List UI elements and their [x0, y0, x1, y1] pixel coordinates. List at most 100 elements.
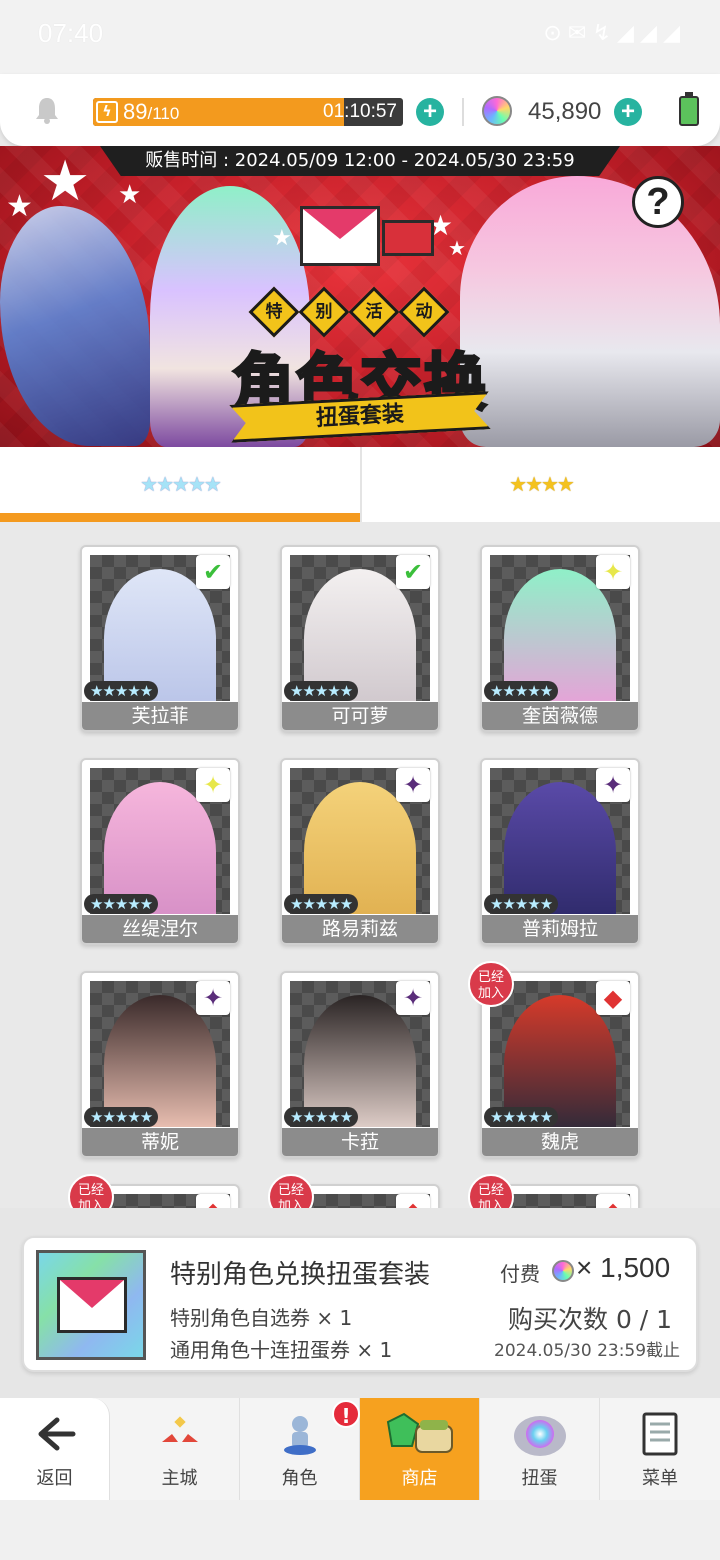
add-gems-button[interactable]: +: [614, 98, 642, 126]
nav-label: 菜单: [642, 1468, 678, 1489]
product-item: 特别角色自选券 × 1: [170, 1306, 353, 1330]
character-card[interactable]: ✦ ★★★★★ 路易莉兹: [280, 758, 440, 945]
lightning-icon: ϟ: [96, 101, 118, 123]
shop-icon: [386, 1412, 453, 1453]
divider: [462, 98, 464, 126]
character-name: 卡菈: [282, 1128, 438, 1156]
menu-icon: [642, 1412, 678, 1456]
nav-back[interactable]: 返回: [0, 1398, 110, 1500]
promo-badge: 特: [248, 286, 300, 338]
bottom-navigation: 返回 主城 角色 ! 商店 扭蛋 菜单: [0, 1398, 720, 1500]
character-card[interactable]: ✔ ★★★★★ 可可萝: [280, 545, 440, 732]
star-decoration: ★: [272, 226, 292, 251]
nav-label: 商店: [401, 1468, 438, 1489]
status-bar: 07:40 ⊙ ✉ ↯ ◢ ◢ ◢: [0, 0, 720, 74]
status-indicators: ⊙ ✉ ↯ ◢ ◢ ◢: [543, 20, 680, 45]
promo-badges: 特别活动: [248, 286, 466, 338]
add-stamina-button[interactable]: +: [416, 98, 444, 126]
nav-menu[interactable]: 菜单: [600, 1398, 720, 1500]
promo-badge-text: 特: [265, 302, 283, 322]
system-gesture-area: [0, 1500, 720, 1560]
envelope-icon: [57, 1277, 127, 1333]
leaf-icon: ✔: [196, 555, 230, 589]
character-icon: [284, 1416, 316, 1455]
promo-badge-text: 活: [365, 302, 383, 322]
character-name: 魏虎: [482, 1128, 638, 1156]
gem-icon: [482, 96, 512, 126]
promo-badge: 别: [298, 286, 350, 338]
rarity-tabs: ★★★★★ ★★★★: [0, 447, 720, 522]
rarity-stars: ★★★★★: [84, 1107, 159, 1127]
character-name: 路易莉兹: [282, 915, 438, 943]
owned-badge: 已经 加入: [468, 961, 514, 1007]
fire-icon: ◆: [596, 981, 630, 1015]
character-card[interactable]: ✦ ★★★★★ 普莉姆拉: [480, 758, 640, 945]
price-label: 付费: [500, 1262, 540, 1286]
character-name: 奎茵薇德: [482, 702, 638, 730]
tab-five-star[interactable]: ★★★★★: [0, 447, 360, 522]
product-card[interactable]: 特别角色兑换扭蛋套装 特别角色自选券 × 1 通用角色十连扭蛋券 × 1 付费 …: [22, 1236, 698, 1372]
promo-badge-text: 别: [315, 302, 333, 322]
rarity-stars: ★★★★★: [484, 1107, 559, 1127]
character-name: 普莉姆拉: [482, 915, 638, 943]
character-name: 丝缇涅尔: [82, 915, 238, 943]
character-card[interactable]: ✔ ★★★★★ 芙拉菲: [80, 545, 240, 732]
character-card[interactable]: ✦ ★★★★★ 蒂妮: [80, 971, 240, 1158]
bell-icon[interactable]: [34, 96, 60, 124]
product-panel: 特别角色兑换扭蛋套装 特别角色自选券 × 1 通用角色十连扭蛋券 × 1 付费 …: [0, 1208, 720, 1398]
purchase-count: 购买次数 0 / 1: [508, 1305, 673, 1334]
dark-icon: ✦: [396, 768, 430, 802]
event-banner: ★ ★ ★ ★ ★ ★ 贩售时间 : 2024.05/09 12:00 - 20…: [0, 146, 720, 447]
character-card[interactable]: ✦ ★★★★★ 奎茵薇德: [480, 545, 640, 732]
gem-icon: [552, 1260, 574, 1282]
active-tab-indicator: [0, 513, 360, 522]
character-card[interactable]: ✦ ★★★★★ 丝缇涅尔: [80, 758, 240, 945]
help-icon[interactable]: ?: [632, 176, 684, 228]
light-icon: ✦: [196, 768, 230, 802]
gacha-icon: [514, 1416, 566, 1456]
resource-bar: ϟ 89/110 01:10:57 + 45,890 +: [0, 74, 720, 146]
stamina-max: /110: [147, 104, 180, 123]
star-decoration: ★: [448, 236, 466, 260]
rarity-stars: ★★★★★: [284, 681, 359, 701]
nav-label: 主城: [161, 1468, 198, 1489]
product-thumbnail: [36, 1250, 146, 1360]
nav-castle[interactable]: 主城: [120, 1398, 240, 1500]
leaf-icon: ✔: [396, 555, 430, 589]
star-decoration: ★: [40, 149, 91, 214]
nav-label: 角色: [281, 1468, 318, 1489]
nav-gacha[interactable]: 扭蛋: [480, 1398, 600, 1500]
stamina-timer: 01:10:57: [323, 101, 397, 122]
battery-icon: [679, 92, 699, 126]
rarity-stars: ★★★★★: [84, 894, 159, 914]
deadline: 2024.05/30 23:59截止: [494, 1341, 681, 1361]
notification-badge: !: [332, 1400, 360, 1428]
tab-four-star[interactable]: ★★★★: [360, 447, 720, 522]
sale-period: 贩售时间 : 2024.05/09 12:00 - 2024.05/30 23:…: [100, 146, 620, 176]
stamina-bar: ϟ 89/110 01:10:57: [93, 98, 403, 126]
rarity-stars: ★★★★★: [84, 681, 159, 701]
stamina-value: 89/110: [123, 99, 179, 125]
character-card[interactable]: ✦ ★★★★★ 卡菈: [280, 971, 440, 1158]
price-value: × 1,500: [576, 1252, 671, 1283]
stamina-current: 89: [123, 99, 148, 124]
product-item: 通用角色十连扭蛋券 × 1: [170, 1338, 393, 1362]
character-card[interactable]: ◆ ★★★★★ 魏虎 已经 加入: [468, 961, 640, 1158]
character-name: 可可萝: [282, 702, 438, 730]
dark-icon: ✦: [196, 981, 230, 1015]
status-time: 07:40: [38, 18, 104, 48]
five-star-icon: ★★★★★: [140, 472, 222, 496]
castle-icon: [162, 1416, 198, 1442]
four-star-icon: ★★★★: [509, 472, 575, 496]
light-icon: ✦: [596, 555, 630, 589]
character-name: 芙拉菲: [82, 702, 238, 730]
promo-badge: 活: [348, 286, 400, 338]
promo-badge-text: 动: [415, 302, 433, 322]
star-decoration: ★: [6, 189, 33, 224]
envelope-icon: [300, 206, 380, 266]
rarity-stars: ★★★★★: [484, 894, 559, 914]
promo-badge: 动: [398, 286, 450, 338]
rarity-stars: ★★★★★: [484, 681, 559, 701]
star-decoration: ★: [118, 180, 142, 210]
nav-shop[interactable]: 商店: [360, 1398, 480, 1500]
